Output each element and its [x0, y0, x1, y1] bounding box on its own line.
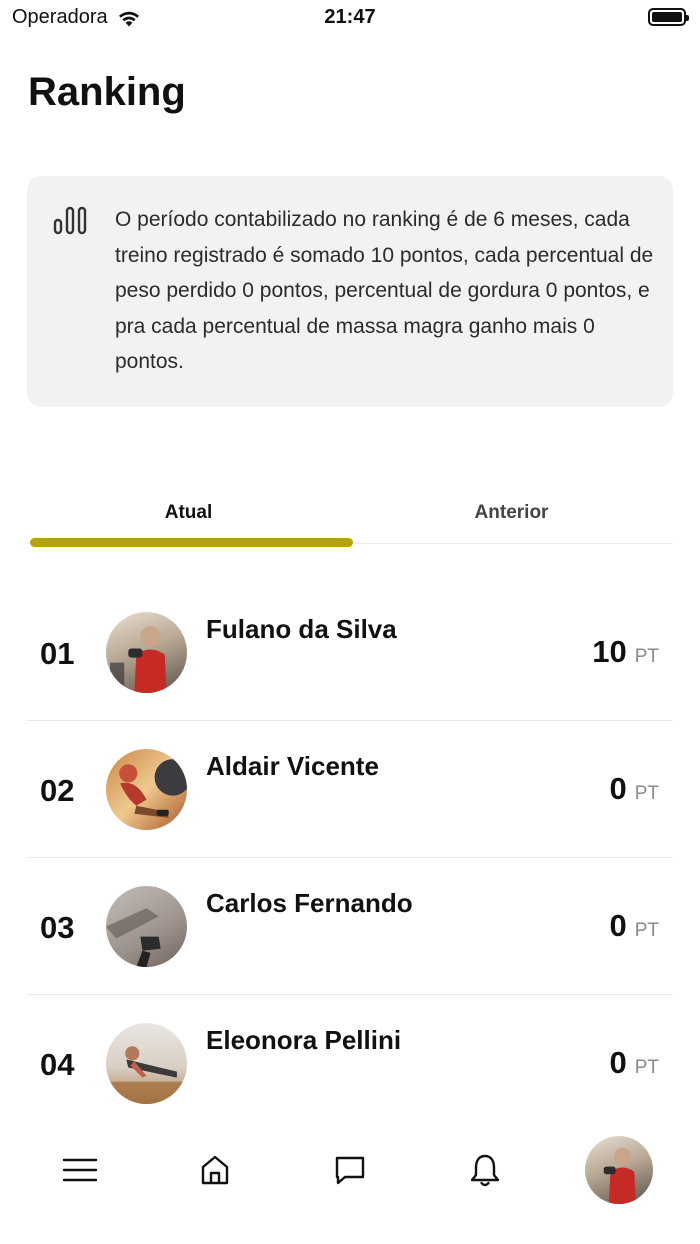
battery-icon: [648, 8, 689, 26]
score-value: 10: [592, 634, 627, 669]
score-unit: PT: [634, 1057, 659, 1078]
user-score: 0 PT: [609, 771, 659, 807]
score-unit: PT: [634, 646, 659, 667]
user-avatar: [106, 1023, 187, 1104]
profile-avatar[interactable]: [585, 1136, 653, 1204]
ranking-tabs: Atual Anterior: [27, 490, 673, 547]
user-name: Eleonora Pellini: [206, 1025, 402, 1055]
user-score: 0 PT: [609, 1045, 659, 1081]
status-time: 21:47: [324, 6, 376, 28]
ranking-row[interactable]: 01 Fulano da Silva 10 PT: [27, 584, 673, 721]
score-value: 0: [609, 771, 627, 806]
home-icon: [201, 1155, 229, 1185]
tab-active-indicator: [30, 538, 353, 547]
ranking-row[interactable]: 03 Carlos Fernando 0 PT: [27, 858, 673, 995]
tab-previous[interactable]: Anterior: [350, 502, 673, 524]
score-unit: PT: [634, 783, 659, 804]
user-avatar: [106, 886, 187, 967]
ranking-list: 01 Fulano da Silva 10 PT 02 Aldair Vicen…: [27, 584, 673, 1132]
user-avatar: [106, 612, 187, 693]
rank-position: 04: [40, 1047, 75, 1082]
tab-current[interactable]: Atual: [27, 502, 350, 524]
bottom-navigation: [0, 1130, 700, 1210]
user-name: Aldair Vicente: [206, 751, 379, 781]
ranking-info-card: O período contabilizado no ranking é de …: [27, 176, 673, 407]
bell-icon: [470, 1154, 500, 1187]
rank-position: 01: [40, 636, 75, 671]
chat-button[interactable]: [328, 1148, 372, 1192]
user-name: Fulano da Silva: [206, 614, 397, 644]
rank-position: 02: [40, 773, 75, 808]
bar-chart-icon: [53, 206, 87, 235]
user-avatar: [106, 749, 187, 830]
user-name: Carlos Fernando: [206, 888, 413, 918]
user-score: 0 PT: [609, 908, 659, 944]
status-bar: Operadora 21:47: [0, 0, 700, 36]
menu-icon: [62, 1158, 98, 1182]
ranking-rules-text: O período contabilizado no ranking é de …: [115, 208, 654, 373]
score-value: 0: [609, 908, 627, 943]
score-unit: PT: [634, 920, 659, 941]
score-value: 0: [609, 1045, 627, 1080]
home-button[interactable]: [193, 1148, 237, 1192]
page-title: Ranking: [28, 70, 186, 114]
menu-button[interactable]: [58, 1148, 102, 1192]
ranking-row[interactable]: 02 Aldair Vicente 0 PT: [27, 721, 673, 858]
ranking-row[interactable]: 04 Eleonora Pellini 0 PT: [27, 995, 673, 1132]
notifications-button[interactable]: [463, 1148, 507, 1192]
user-score: 10 PT: [592, 634, 659, 670]
chat-icon: [335, 1156, 365, 1185]
rank-position: 03: [40, 910, 75, 945]
